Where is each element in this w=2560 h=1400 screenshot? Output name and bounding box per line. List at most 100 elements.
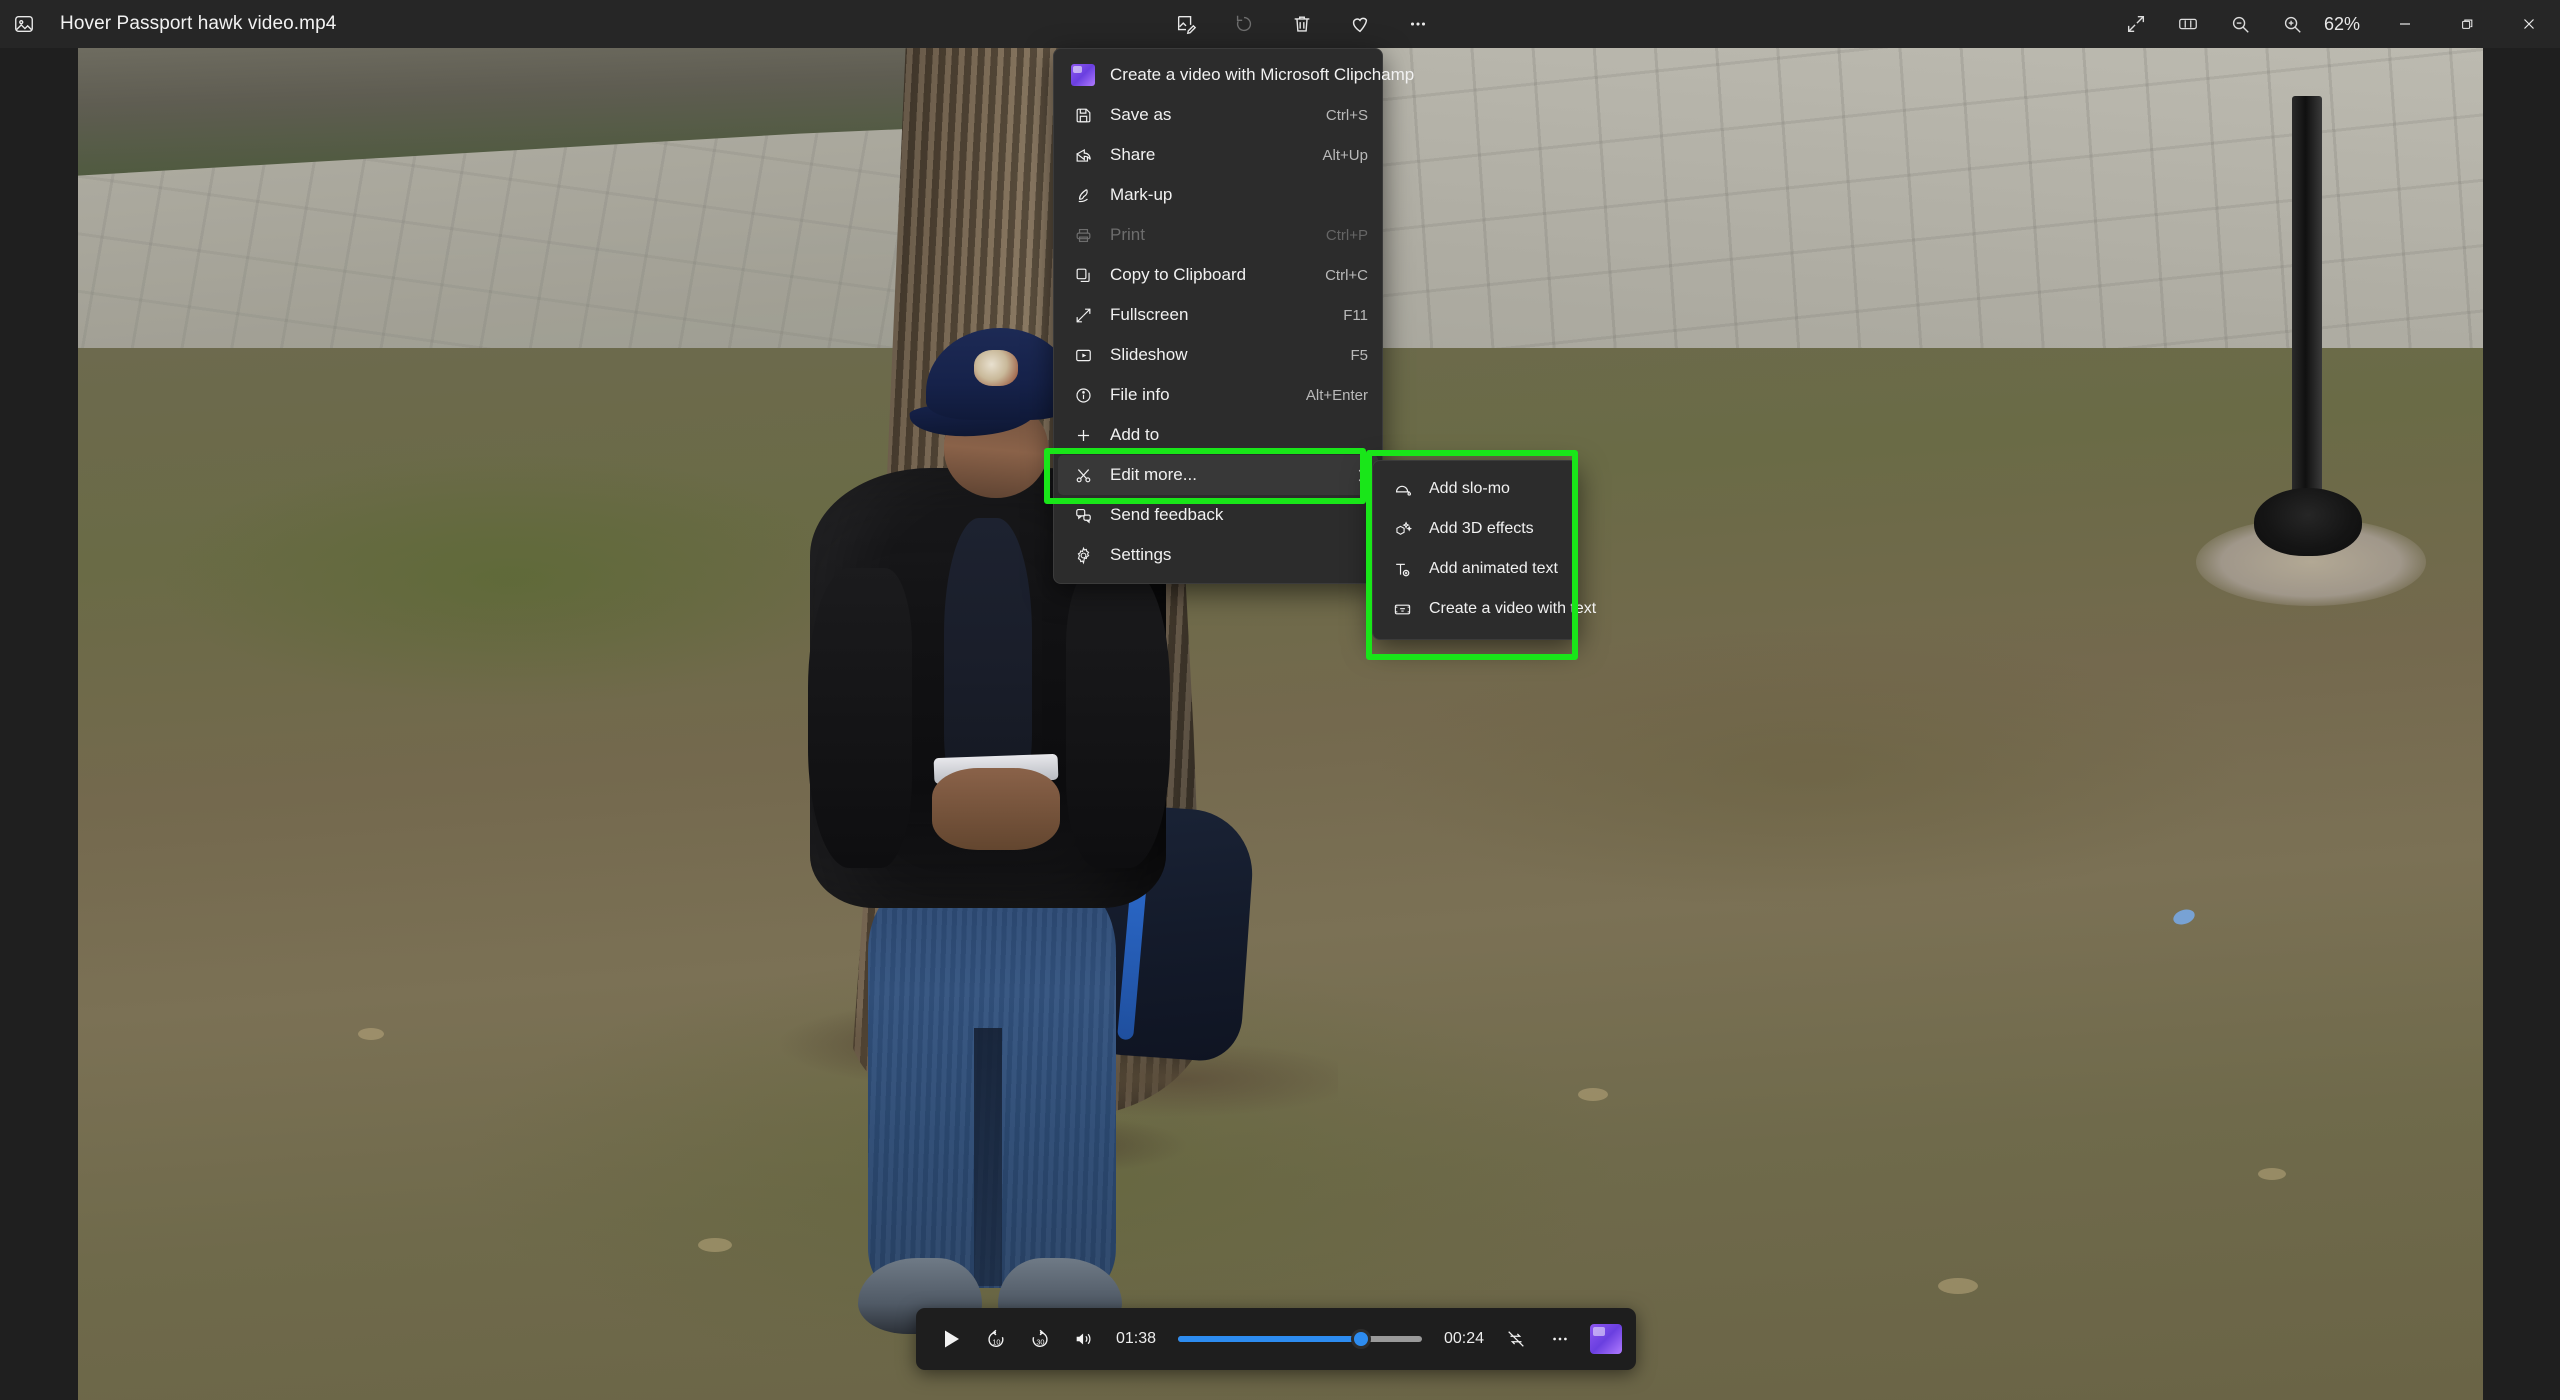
menu-item-label: Copy to Clipboard [1110,265,1247,284]
edit-image-button[interactable] [1160,4,1212,44]
menu-item-accelerator: F11 [1343,306,1368,324]
close-button[interactable] [2498,0,2560,48]
3d-effects-icon [1389,516,1415,542]
fit-to-window-button[interactable] [2110,4,2162,44]
menu-item-label: Share [1110,145,1156,164]
favorite-button[interactable] [1334,4,1386,44]
forward-30-button[interactable]: 30 [1018,1319,1062,1359]
menu-item-label: Save as [1110,105,1172,124]
fullscreen-icon [1070,302,1096,328]
menu-item-file-info[interactable]: File info Alt+Enter [1058,375,1378,415]
info-icon [1070,382,1096,408]
maximize-button[interactable] [2436,0,2498,48]
menu-item-clipchamp[interactable]: Create a video with Microsoft Clipchamp [1058,55,1414,95]
rewind-10-button[interactable]: 10 [974,1319,1018,1359]
zoom-in-button[interactable] [2266,4,2318,44]
submenu-item-add-slo-mo[interactable]: Add slo-mo [1377,469,1573,509]
slideshow-icon [1070,342,1096,368]
title-bar-right: 62% [2110,0,2560,48]
current-time-label: 01:38 [1116,1330,1157,1347]
menu-item-label: Edit more... [1110,465,1197,484]
menu-item-slideshow[interactable]: Slideshow F5 [1058,335,1378,375]
gear-icon [1070,542,1096,568]
menu-item-label: Add to [1110,425,1160,444]
submenu-item-create-video-with-text[interactable]: Create a video with text [1377,589,1596,629]
submenu-item-label: Add animated text [1429,560,1558,577]
menu-item-accelerator: Ctrl+C [1325,266,1368,284]
seek-bar-handle[interactable] [1350,1329,1371,1349]
scene-leaf [1938,1278,1978,1294]
menu-item-label: Settings [1110,545,1172,564]
delete-button[interactable] [1276,4,1328,44]
menu-item-accelerator: Alt+Enter [1305,386,1368,404]
scene-leaf [698,1238,732,1252]
seek-bar[interactable] [1178,1329,1422,1349]
context-menu[interactable]: Create a video with Microsoft Clipchamp … [1053,48,1414,584]
loop-off-button[interactable] [1494,1319,1538,1359]
zoom-out-button[interactable] [2214,4,2266,44]
share-icon [1070,142,1096,168]
menu-item-accelerator: Ctrl+P [1325,226,1368,244]
menu-item-accelerator: F5 [1350,346,1368,364]
window-title: Hover Passport hawk video.mp4 [60,13,337,34]
clipchamp-button[interactable] [1590,1324,1622,1354]
menu-item-copy-to-clipboard[interactable]: Copy to Clipboard Ctrl+C [1058,255,1378,295]
submenu-item-label: Add slo-mo [1429,480,1510,497]
menu-item-label: Create a video with Microsoft Clipchamp [1110,65,1415,84]
pen-icon [1070,182,1096,208]
zoom-level-label: 62% [2323,13,2360,34]
player-more-button[interactable] [1538,1319,1582,1359]
printer-icon [1070,222,1096,248]
save-icon [1070,102,1096,128]
edit-more-submenu[interactable]: Add slo-mo Add 3D effects Add animated t… [1372,460,1596,640]
menu-item-edit-more[interactable]: Edit more... [1058,455,1378,495]
person-cap-logo [974,350,1018,386]
scene-leaf [1578,1088,1608,1101]
copy-icon [1070,262,1096,288]
menu-item-add-to[interactable]: Add to [1058,415,1378,455]
filmstrip-button[interactable] [2162,4,2214,44]
scene-leaf [358,1028,384,1040]
remaining-time-label: 00:24 [1443,1330,1484,1347]
svg-text:30: 30 [1036,1338,1044,1347]
menu-item-mark-up[interactable]: Mark-up [1058,175,1378,215]
volume-button[interactable] [1062,1319,1106,1359]
menu-item-accelerator: Ctrl+S [1325,106,1368,124]
seek-bar-fill [1178,1336,1361,1342]
menu-item-label: Slideshow [1110,345,1188,364]
video-player-controls[interactable]: 10 30 01:38 00:24 [916,1308,1636,1370]
photos-app-window: Hover Passport hawk video.mp4 62% Create… [0,0,2560,1400]
scene-leaf [2258,1168,2286,1180]
svg-text:10: 10 [992,1338,1000,1347]
plus-icon [1070,422,1096,448]
play-button[interactable] [930,1319,974,1359]
menu-item-label: File info [1110,385,1170,404]
menu-item-share[interactable]: Share Alt+Up [1058,135,1378,175]
video-with-text-icon [1389,596,1415,622]
minimize-button[interactable] [2374,0,2436,48]
animated-text-icon [1389,556,1415,582]
title-bar-toolbar [1160,0,1444,48]
photos-app-icon [10,10,38,38]
submenu-item-add-animated-text[interactable]: Add animated text [1377,549,1573,589]
menu-item-fullscreen[interactable]: Fullscreen F11 [1058,295,1378,335]
slo-mo-icon [1389,476,1415,502]
submenu-item-label: Add 3D effects [1429,520,1534,537]
menu-item-label: Fullscreen [1110,305,1189,324]
person-hands [932,768,1060,850]
more-options-button[interactable] [1392,4,1444,44]
rotate-button[interactable] [1218,4,1270,44]
submenu-item-add-3d-effects[interactable]: Add 3D effects [1377,509,1573,549]
menu-item-send-feedback[interactable]: Send feedback [1058,495,1378,535]
person-jeans-shadow [974,1028,1002,1286]
menu-item-label: Print [1110,225,1145,244]
title-bar: Hover Passport hawk video.mp4 62% [0,0,2560,48]
menu-item-label: Send feedback [1110,505,1224,524]
menu-item-print[interactable]: Print Ctrl+P [1058,215,1378,255]
menu-item-accelerator: Alt+Up [1322,146,1368,164]
feedback-icon [1070,502,1096,528]
menu-item-settings[interactable]: Settings [1058,535,1378,575]
menu-item-save-as[interactable]: Save as Ctrl+S [1058,95,1378,135]
clipchamp-icon [1070,62,1096,88]
scissors-icon [1070,462,1096,488]
